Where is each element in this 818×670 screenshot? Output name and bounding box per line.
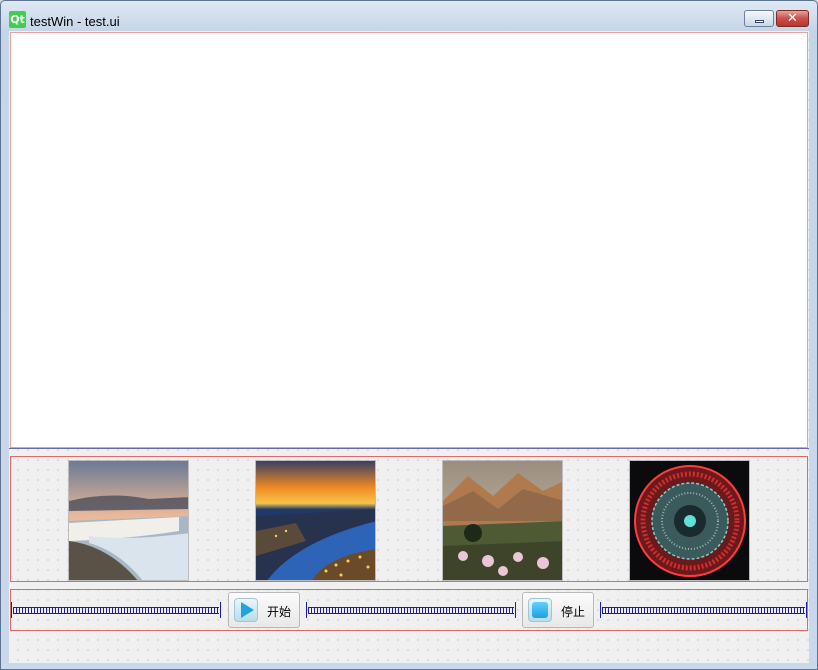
play-icon [234, 598, 258, 622]
start-button[interactable]: 开始 [228, 592, 300, 628]
thumbnail-layout [10, 456, 808, 582]
app-window: Qt testWin - test.ui ✕ 开始 停止 [0, 0, 818, 670]
close-button[interactable]: ✕ [776, 10, 809, 27]
video-display-area [10, 32, 808, 448]
stop-icon [528, 598, 552, 622]
thumbnail-mountain-valley[interactable] [442, 460, 563, 581]
window-title: testWin - test.ui [30, 14, 120, 29]
thumbnail-red-ring-pattern[interactable] [629, 460, 750, 581]
control-layout: 开始 停止 [10, 589, 808, 631]
qt-logo-icon: Qt [9, 11, 26, 28]
horizontal-spacer [11, 602, 221, 618]
horizontal-spacer [600, 602, 807, 618]
close-icon: ✕ [787, 11, 798, 26]
start-button-label: 开始 [267, 605, 292, 619]
divider [9, 448, 809, 449]
stop-button[interactable]: 停止 [522, 592, 594, 628]
thumbnail-river-city-night[interactable] [255, 460, 376, 581]
thumbnail-waterfall-coast[interactable] [68, 460, 189, 581]
minimize-button[interactable] [744, 10, 774, 27]
stop-button-label: 停止 [561, 605, 586, 619]
horizontal-spacer [306, 602, 516, 618]
form-canvas: 开始 停止 [9, 31, 809, 663]
title-bar[interactable]: Qt testWin - test.ui ✕ [1, 1, 817, 31]
